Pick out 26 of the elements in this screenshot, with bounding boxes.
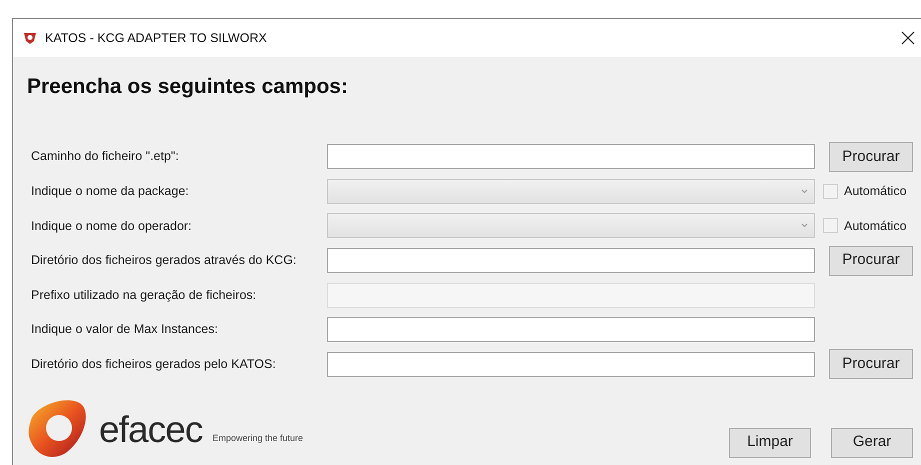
action-button[interactable]: Gerar — [831, 428, 913, 458]
app-logo-icon — [23, 31, 37, 45]
close-icon[interactable] — [901, 31, 915, 45]
field-label: Indique o nome do operador: — [31, 218, 193, 235]
browse-button[interactable]: Procurar — [829, 349, 913, 380]
company-name: efacec — [99, 410, 202, 448]
company-tagline: Empowering the future — [212, 432, 304, 446]
field-label: Diretório dos ficheiros gerados através do KCG: — [31, 252, 298, 270]
text-field[interactable] — [327, 144, 815, 170]
field-label: Prefixo utilizado na geração de ficheiros: — [31, 286, 258, 304]
browse-button[interactable]: Procurar — [829, 142, 913, 172]
chevron-down-icon — [801, 188, 808, 194]
field-label: Caminho do ficheiro ".etp": — [31, 148, 180, 166]
checkbox-label: Automático — [844, 218, 907, 235]
field-label: Diretório dos ficheiros gerados pelo KATOS: — [31, 356, 277, 373]
checkbox-label: Automático — [844, 183, 907, 200]
text-field[interactable] — [327, 248, 815, 274]
text-field[interactable] — [327, 317, 815, 342]
text-field[interactable] — [327, 352, 815, 377]
field-label: Indique o nome da package: — [31, 183, 190, 200]
window-title: KATOS - KCG ADAPTER TO SILWORX — [45, 30, 267, 47]
browse-button[interactable]: Procurar — [829, 246, 913, 276]
field-label: Indique o valor de Max Instances: — [31, 321, 219, 338]
form-heading: Preencha os seguintes campos: — [27, 74, 349, 100]
chevron-down-icon — [801, 223, 808, 228]
action-button[interactable]: Limpar — [729, 428, 811, 458]
